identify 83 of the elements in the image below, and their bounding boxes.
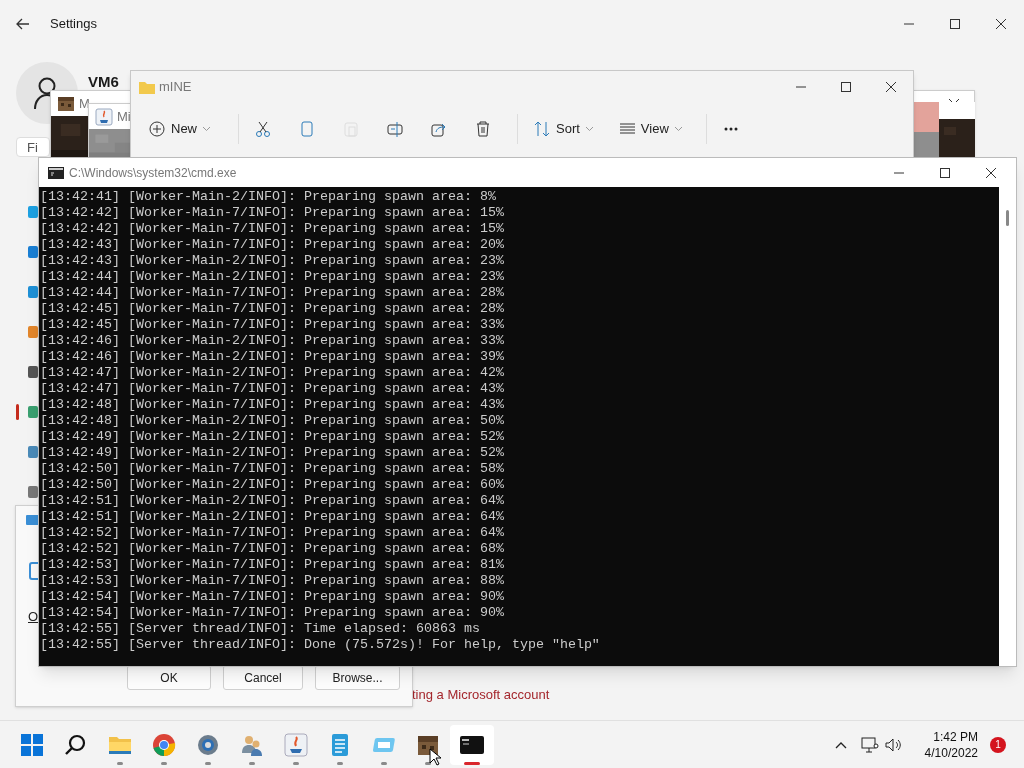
console-line: [13:42:48] [Worker-Main-7/INFO]: Preparing spawn area: 43% bbox=[40, 397, 505, 413]
console-line: [13:42:50] [Worker-Main-2/INFO]: Preparing spawn area: 60% bbox=[40, 477, 505, 493]
dialog-button[interactable]: Cancel bbox=[223, 665, 303, 690]
console-line: [13:42:55] [Server thread/INFO]: Time elapsed: 60863 ms bbox=[40, 621, 481, 637]
console-line: [13:42:41] [Worker-Main-2/INFO]: Preparing spawn area: 8% bbox=[40, 189, 497, 205]
plus-icon bbox=[149, 121, 165, 137]
search-field[interactable]: Fi bbox=[16, 137, 50, 157]
sort-button[interactable]: Sort bbox=[528, 113, 599, 145]
nav-icon[interactable] bbox=[28, 246, 38, 258]
caret-icon bbox=[203, 127, 210, 131]
share-icon bbox=[431, 121, 447, 137]
window-title: Settings bbox=[50, 15, 97, 34]
console-line: [13:42:52] [Worker-Main-7/INFO]: Preparing spawn area: 64% bbox=[40, 525, 505, 541]
chevron-up-icon[interactable] bbox=[834, 740, 847, 749]
console-line: [13:42:43] [Worker-Main-2/INFO]: Preparing spawn area: 23% bbox=[40, 253, 505, 269]
trash-icon bbox=[475, 121, 491, 137]
console-line: [13:42:44] [Worker-Main-2/INFO]: Preparing spawn area: 23% bbox=[40, 269, 505, 285]
console-line: [13:42:44] [Worker-Main-7/INFO]: Preparing spawn area: 28% bbox=[40, 285, 505, 301]
network-icon[interactable] bbox=[860, 736, 879, 753]
console-line: [13:42:51] [Worker-Main-2/INFO]: Preparing spawn area: 64% bbox=[40, 493, 505, 509]
caret-icon bbox=[585, 127, 593, 131]
window-title: C:\Windows\system32\cmd.exe bbox=[69, 164, 237, 182]
nav-icon[interactable] bbox=[28, 486, 38, 498]
clock-date[interactable]: 4/10/2022 bbox=[924, 744, 978, 761]
nav-icon[interactable] bbox=[28, 366, 38, 378]
selection-indicator bbox=[16, 404, 19, 420]
console-line: [13:42:47] [Worker-Main-2/INFO]: Preparing spawn area: 42% bbox=[40, 365, 505, 381]
link[interactable]: O bbox=[28, 607, 39, 627]
console-line: [13:42:54] [Worker-Main-7/INFO]: Preparing spawn area: 90% bbox=[40, 605, 505, 621]
console-line: [13:42:46] [Worker-Main-2/INFO]: Preparing spawn area: 33% bbox=[40, 333, 505, 349]
volume-icon[interactable] bbox=[884, 737, 903, 752]
console-line: [13:42:48] [Worker-Main-2/INFO]: Preparing spawn area: 50% bbox=[40, 413, 505, 429]
folder-icon bbox=[139, 80, 155, 94]
search-icon bbox=[64, 732, 88, 757]
taskbar-terminal-button[interactable] bbox=[450, 724, 494, 765]
java-icon bbox=[284, 732, 308, 757]
console-line: [13:42:46] [Worker-Main-2/INFO]: Preparing spawn area: 39% bbox=[40, 349, 505, 365]
terminal-icon bbox=[48, 166, 64, 179]
restore-icon[interactable] bbox=[949, 19, 961, 29]
dialog-button[interactable]: Browse... bbox=[315, 665, 400, 690]
console-line: [13:42:49] [Worker-Main-2/INFO]: Preparing spawn area: 52% bbox=[40, 429, 505, 445]
console-line: [13:42:47] [Worker-Main-7/INFO]: Preparing spawn area: 43% bbox=[40, 381, 505, 397]
console-line: [13:42:51] [Worker-Main-2/INFO]: Preparing spawn area: 64% bbox=[40, 509, 505, 525]
console-line: [13:42:45] [Worker-Main-7/INFO]: Preparing spawn area: 33% bbox=[40, 317, 505, 333]
nav-icon[interactable] bbox=[28, 406, 38, 418]
gear-icon bbox=[196, 732, 220, 757]
console-line: [13:42:54] [Worker-Main-7/INFO]: Preparing spawn area: 90% bbox=[40, 589, 505, 605]
nav-icon[interactable] bbox=[28, 446, 38, 458]
close-icon[interactable] bbox=[885, 82, 897, 92]
console-line: [13:42:53] [Worker-Main-7/INFO]: Preparing spawn area: 88% bbox=[40, 573, 505, 589]
sort-icon bbox=[534, 121, 550, 137]
console-line: [13:42:43] [Worker-Main-7/INFO]: Preparing spawn area: 20% bbox=[40, 237, 505, 253]
link[interactable]: ting a Microsoft account bbox=[412, 685, 550, 705]
crate-icon bbox=[57, 94, 75, 113]
clock-time[interactable]: 1:42 PM bbox=[933, 728, 978, 745]
console-line: [13:42:49] [Worker-Main-2/INFO]: Preparing spawn area: 52% bbox=[40, 445, 505, 461]
notification-badge[interactable]: 1 bbox=[990, 736, 1006, 753]
nav-icon[interactable] bbox=[28, 286, 38, 298]
console-line: [13:42:55] [Server thread/INFO]: Done (75.572s)! For help, type "help" bbox=[40, 637, 601, 653]
console-line: [13:42:42] [Worker-Main-7/INFO]: Preparing spawn area: 15% bbox=[40, 221, 505, 237]
copy-icon bbox=[299, 121, 315, 137]
caret-icon bbox=[674, 127, 682, 131]
console-line: [13:42:53] [Worker-Main-7/INFO]: Preparing spawn area: 81% bbox=[40, 557, 505, 573]
maximize-icon[interactable] bbox=[840, 82, 852, 92]
console-line: [13:42:42] [Worker-Main-7/INFO]: Preparing spawn area: 15% bbox=[40, 205, 505, 221]
console-line: [13:42:52] [Worker-Main-7/INFO]: Preparing spawn area: 68% bbox=[40, 541, 505, 557]
user-name: VM6 bbox=[88, 72, 119, 92]
new-button[interactable]: New bbox=[143, 113, 216, 145]
dialog-button[interactable]: OK bbox=[127, 665, 211, 690]
list-icon bbox=[618, 121, 635, 137]
scrollbar[interactable] bbox=[999, 187, 1016, 666]
browser-icon bbox=[152, 732, 176, 757]
window-title: mINE bbox=[159, 78, 192, 97]
rename-icon bbox=[387, 121, 403, 137]
console-line: [13:42:50] [Worker-Main-7/INFO]: Preparing spawn area: 58% bbox=[40, 461, 505, 477]
view-button[interactable]: View bbox=[612, 113, 688, 145]
back-arrow-icon[interactable] bbox=[16, 18, 30, 30]
maximize-icon[interactable] bbox=[939, 167, 951, 178]
scissors-icon bbox=[255, 121, 271, 137]
close-icon[interactable] bbox=[995, 19, 1007, 29]
close-icon[interactable] bbox=[985, 167, 997, 178]
console-line: [13:42:45] [Worker-Main-7/INFO]: Preparing spawn area: 28% bbox=[40, 301, 505, 317]
windows-logo-icon bbox=[20, 732, 44, 757]
